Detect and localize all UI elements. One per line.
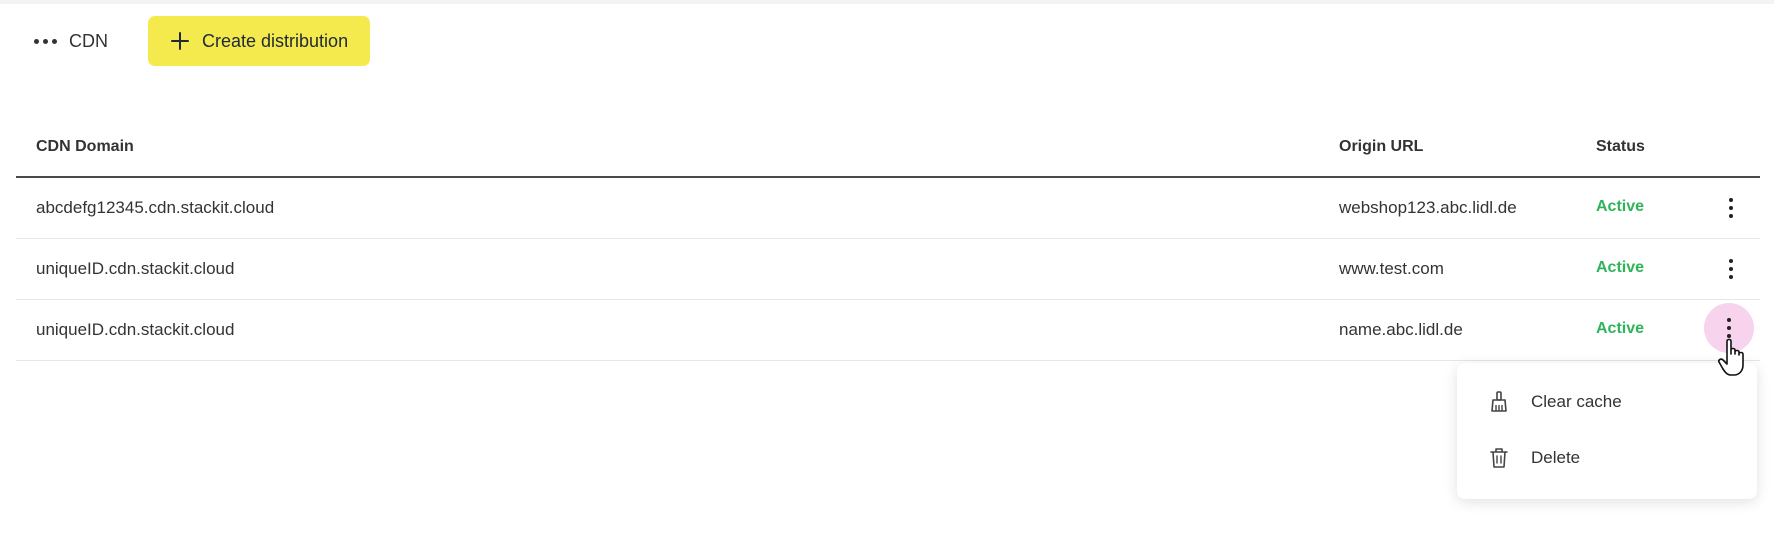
distributions-table: CDN Domain Origin URL Status abcdefg1234…	[16, 118, 1760, 361]
column-header-cdn-domain[interactable]: CDN Domain	[36, 118, 134, 176]
trash-icon	[1487, 446, 1511, 470]
status-badge: Active	[1596, 320, 1645, 337]
status-badge: Active	[1596, 259, 1645, 276]
broom-icon	[1487, 390, 1511, 414]
create-distribution-button[interactable]: Create distribution	[148, 16, 371, 66]
menu-item-delete[interactable]: Delete	[1457, 435, 1757, 481]
breadcrumb-label[interactable]: CDN	[69, 31, 108, 52]
menu-item-label: Clear cache	[1531, 392, 1622, 411]
cdn-domain-cell: abcdefg12345.cdn.stackit.cloud	[36, 198, 275, 217]
origin-url-cell: webshop123.abc.lidl.de	[1339, 198, 1517, 217]
origin-url-cell: name.abc.lidl.de	[1339, 320, 1463, 339]
table-header: CDN Domain Origin URL Status	[16, 118, 1760, 178]
toolbar: CDN Create distribution	[34, 16, 371, 66]
table-row[interactable]: uniqueID.cdn.stackit.cloud name.abc.lidl…	[16, 300, 1760, 361]
breadcrumb[interactable]: CDN	[34, 31, 108, 52]
status-badge: Active	[1596, 198, 1645, 215]
plus-icon	[170, 31, 190, 51]
column-header-status[interactable]: Status	[1596, 118, 1645, 176]
cdn-domain-cell: uniqueID.cdn.stackit.cloud	[36, 320, 235, 339]
row-actions-button[interactable]	[1711, 188, 1751, 228]
column-header-origin-url[interactable]: Origin URL	[1339, 118, 1423, 176]
create-distribution-label: Create distribution	[202, 30, 349, 51]
cdn-domain-cell: uniqueID.cdn.stackit.cloud	[36, 259, 235, 278]
table-row[interactable]: abcdefg12345.cdn.stackit.cloud webshop12…	[16, 178, 1760, 239]
origin-url-cell: www.test.com	[1339, 259, 1444, 278]
menu-item-clear-cache[interactable]: Clear cache	[1457, 379, 1757, 425]
row-actions-button[interactable]	[1711, 249, 1751, 289]
row-actions-menu: Clear cache Delete	[1457, 363, 1757, 499]
table-row[interactable]: uniqueID.cdn.stackit.cloud www.test.com …	[16, 239, 1760, 300]
row-actions-button-active[interactable]	[1704, 303, 1754, 353]
top-strip	[0, 0, 1774, 4]
more-horizontal-icon[interactable]	[34, 38, 57, 44]
menu-item-label: Delete	[1531, 448, 1581, 467]
